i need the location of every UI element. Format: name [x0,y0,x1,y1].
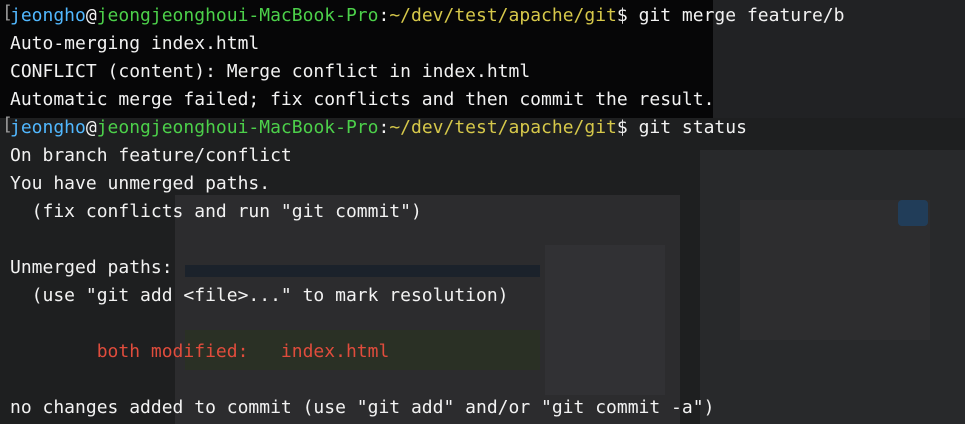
output-text: Auto-merging index.html [10,33,260,54]
output-text: Automatic merge failed; fix conflicts an… [10,89,715,110]
output-line: Unmerged paths: [10,254,965,282]
prompt-user: jeongho [10,117,86,138]
prompt-line: jeongho@jeongjeonghoui-MacBook-Pro:~/dev… [10,2,965,30]
output-line: Automatic merge failed; fix conflicts an… [10,86,965,114]
output-line: Auto-merging index.html [10,30,965,58]
prompt-colon: : [378,117,390,138]
terminal-window[interactable]: jeongho@jeongjeonghoui-MacBook-Pro:~/dev… [0,0,965,424]
output-text: On branch feature/conflict [10,145,292,166]
output-text: Unmerged paths: [10,257,173,278]
prompt-path: ~/dev/test/apache/git [389,5,617,26]
prompt-user: jeongho [10,5,86,26]
command-text: git merge feature/b [638,5,845,26]
prompt-path: ~/dev/test/apache/git [389,117,617,138]
prompt-dollar: $ [616,5,639,26]
output-text: You have unmerged paths. [10,173,271,194]
output-text: (use "git add <file>..." to mark resolut… [10,285,509,306]
output-line: CONFLICT (content): Merge conflict in in… [10,58,965,86]
terminal-output[interactable]: jeongho@jeongjeonghoui-MacBook-Pro:~/dev… [10,2,965,422]
prompt-host: jeongjeonghoui-MacBook-Pro [96,5,379,26]
output-text: (fix conflicts and run "git commit") [10,201,422,222]
prompt-mark-bracket: [ [2,114,13,135]
command-text: git status [638,117,747,138]
conflict-file-status: both modified: index.html [10,341,390,362]
prompt-dollar: $ [616,117,639,138]
prompt-colon: : [378,5,390,26]
prompt-mark-bracket: [ [2,2,13,23]
output-text: no changes added to commit (use "git add… [10,397,715,418]
output-line: (fix conflicts and run "git commit") [10,198,965,226]
output-line: no changes added to commit (use "git add… [10,394,965,422]
output-line: (use "git add <file>..." to mark resolut… [10,282,965,310]
output-line: On branch feature/conflict [10,142,965,170]
prompt-at: @ [85,5,97,26]
output-text: CONFLICT (content): Merge conflict in in… [10,61,531,82]
prompt-line: jeongho@jeongjeonghoui-MacBook-Pro:~/dev… [10,114,965,142]
prompt-at: @ [85,117,97,138]
conflict-status-line: both modified: index.html [10,338,965,366]
output-line: You have unmerged paths. [10,170,965,198]
prompt-host: jeongjeonghoui-MacBook-Pro [96,117,379,138]
